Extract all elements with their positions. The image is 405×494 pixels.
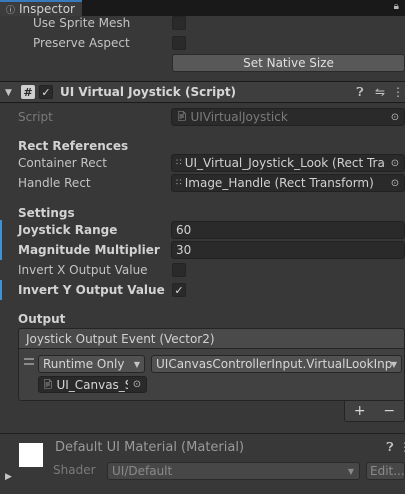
context-menu-icon[interactable]: ⋮ bbox=[399, 440, 405, 454]
context-menu-icon[interactable]: ⋮ bbox=[391, 85, 405, 99]
container-rect-field[interactable]: ∷ UI_Virtual_Joystick_Look (Rect Tran ⊙ bbox=[171, 154, 405, 172]
material-title: Default UI Material (Material) bbox=[55, 440, 245, 455]
preserve-aspect-row: Preserve Aspect bbox=[0, 33, 405, 53]
script-hash-icon: # bbox=[21, 85, 35, 99]
handle-rect-row: Handle Rect ∷ Image_Handle (Rect Transfo… bbox=[0, 173, 405, 193]
settings-header: Settings bbox=[18, 206, 75, 220]
preserve-aspect-checkbox[interactable] bbox=[172, 36, 186, 50]
script-file-icon: 📄︎ bbox=[176, 112, 188, 122]
invert-y-row: Invert Y Output Value ✓ bbox=[0, 280, 405, 300]
modified-indicator bbox=[0, 240, 2, 260]
foldout-collapsed-icon[interactable]: ▶ bbox=[5, 472, 12, 482]
magnitude-multiplier-row: Magnitude Multiplier 30 bbox=[0, 240, 405, 260]
invert-y-checkbox[interactable]: ✓ bbox=[172, 283, 186, 297]
component-enabled-checkbox[interactable]: ✓ bbox=[39, 85, 53, 99]
help-icon[interactable]: ❓︎ bbox=[353, 85, 367, 100]
use-sprite-mesh-checkbox[interactable] bbox=[172, 16, 186, 30]
container-rect-label: Container Rect bbox=[18, 156, 107, 170]
invert-y-label: Invert Y Output Value bbox=[18, 283, 165, 297]
preserve-aspect-label: Preserve Aspect bbox=[33, 36, 130, 50]
event-footer: + − bbox=[344, 401, 405, 422]
handle-rect-field[interactable]: ∷ Image_Handle (Rect Transform) ⊙ bbox=[171, 174, 405, 192]
handle-rect-label: Handle Rect bbox=[18, 176, 91, 190]
call-state-dropdown[interactable]: Runtime Only ▼ bbox=[38, 355, 145, 373]
shader-label: Shader bbox=[53, 463, 96, 477]
set-native-size-button[interactable]: Set Native Size bbox=[172, 54, 405, 72]
remove-listener-button[interactable]: − bbox=[383, 403, 395, 419]
material-preview[interactable] bbox=[19, 443, 43, 467]
modified-indicator bbox=[0, 280, 2, 300]
event-target-field[interactable]: 📄︎ UI_Canvas_S ⊙ bbox=[38, 376, 147, 393]
script-row: Script 📄︎ UIVirtualJoystick ⊙ bbox=[0, 107, 405, 127]
container-rect-row: Container Rect ∷ UI_Virtual_Joystick_Loo… bbox=[0, 153, 405, 173]
add-listener-button[interactable]: + bbox=[354, 403, 366, 419]
chevron-down-icon: ▼ bbox=[133, 359, 140, 369]
reorder-handle-icon[interactable] bbox=[24, 358, 34, 368]
handle-rect-value: Image_Handle (Rect Transform) bbox=[184, 176, 374, 190]
component-header[interactable]: ▼ # ✓ UI Virtual Joystick (Script) ❓︎ ⇋ … bbox=[0, 81, 405, 103]
edit-shader-button[interactable]: Edit... bbox=[366, 462, 405, 480]
call-state-value: Runtime Only bbox=[43, 357, 125, 371]
object-picker-icon[interactable]: ⊙ bbox=[386, 175, 404, 191]
output-header: Output bbox=[18, 312, 66, 326]
help-icon[interactable]: ❓︎ bbox=[383, 440, 397, 455]
component-title: UI Virtual Joystick (Script) bbox=[60, 85, 237, 99]
rect-references-header: Rect References bbox=[18, 139, 129, 153]
foldout-expanded-icon[interactable]: ▼ bbox=[5, 88, 12, 98]
rect-transform-icon: ∷ bbox=[176, 158, 182, 168]
shader-dropdown[interactable]: UI/Default ▼ bbox=[107, 462, 360, 480]
lock-icon[interactable]: 🔒︎ bbox=[394, 1, 399, 12]
invert-x-row: Invert X Output Value bbox=[0, 260, 405, 280]
object-picker-icon[interactable]: ⊙ bbox=[386, 155, 404, 171]
object-picker-icon: ⊙ bbox=[390, 111, 400, 123]
magnitude-multiplier-field[interactable]: 30 bbox=[171, 241, 405, 259]
modified-indicator bbox=[0, 220, 2, 240]
magnitude-multiplier-label[interactable]: Magnitude Multiplier bbox=[18, 243, 160, 257]
script-field: 📄︎ UIVirtualJoystick ⊙ bbox=[171, 108, 405, 126]
script-file-icon: 📄︎ bbox=[42, 379, 54, 390]
script-value: UIVirtualJoystick bbox=[190, 110, 288, 124]
function-value: UICanvasControllerInput.VirtualLookInp bbox=[156, 357, 393, 371]
joystick-range-row: Joystick Range 60 bbox=[0, 220, 405, 240]
script-label: Script bbox=[18, 110, 53, 124]
chevron-down-icon: ▼ bbox=[347, 466, 354, 476]
rect-transform-icon: ∷ bbox=[176, 178, 182, 188]
event-target-value: UI_Canvas_S bbox=[56, 377, 128, 392]
function-dropdown[interactable]: UICanvasControllerInput.VirtualLookInp ▼ bbox=[151, 355, 402, 373]
use-sprite-mesh-label: Use Sprite Mesh bbox=[33, 16, 131, 30]
container-rect-value: UI_Virtual_Joystick_Look (Rect Tran bbox=[184, 156, 386, 170]
object-picker-icon[interactable]: ⊙ bbox=[128, 377, 146, 392]
invert-x-label: Invert X Output Value bbox=[18, 263, 148, 277]
chevron-down-icon: ▼ bbox=[390, 359, 397, 369]
section-divider bbox=[0, 433, 405, 434]
invert-x-checkbox[interactable] bbox=[172, 263, 186, 277]
shader-value: UI/Default bbox=[112, 464, 173, 478]
joystick-range-label[interactable]: Joystick Range bbox=[18, 223, 117, 237]
presets-icon[interactable]: ⇋ bbox=[373, 85, 387, 99]
unity-event-header: Joystick Output Event (Vector2) bbox=[18, 328, 405, 349]
use-sprite-mesh-row: Use Sprite Mesh bbox=[0, 13, 405, 33]
joystick-range-field[interactable]: 60 bbox=[171, 221, 405, 239]
